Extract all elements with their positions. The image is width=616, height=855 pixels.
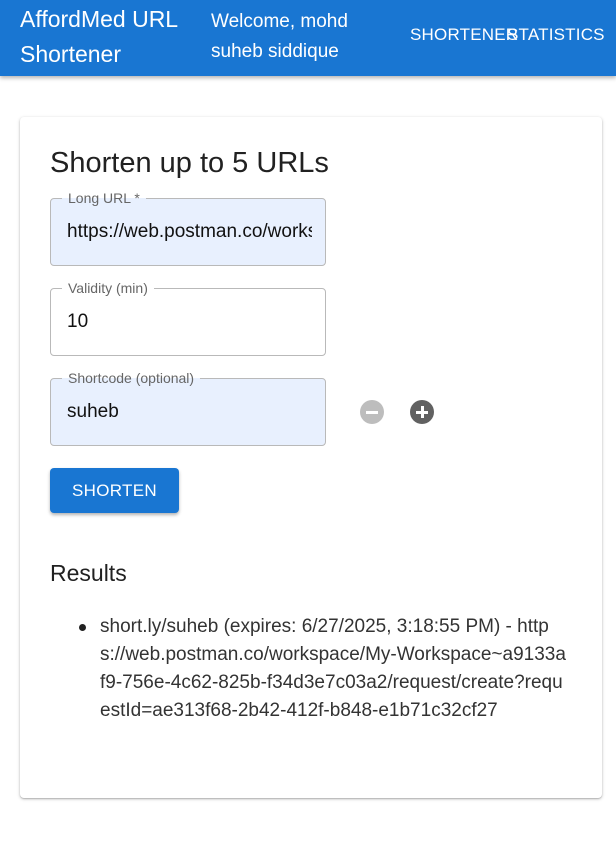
shortcode-field: Shortcode (optional) [50,369,326,446]
welcome-message: Welcome, mohd suheb siddique [211,11,348,62]
results-heading: Results [50,560,127,586]
validity-input[interactable] [67,307,312,337]
app-bar: AffordMed URL Shortener Welcome, mohd su… [0,0,616,76]
shorten-button[interactable]: SHORTEN [50,468,179,513]
shortcode-label: Shortcode (optional) [62,369,201,387]
bullet-icon [79,624,86,631]
add-circle-icon[interactable] [410,400,434,424]
shortener-card: Shorten up to 5 URLs Long URL * Validity… [20,117,602,798]
result-item: short.ly/suheb (expires: 6/27/2025, 3:18… [79,613,570,725]
form-title: Shorten up to 5 URLs [50,147,329,179]
results-list: short.ly/suheb (expires: 6/27/2025, 3:18… [79,613,570,725]
validity-label: Validity (min) [62,279,154,297]
nav-statistics-button[interactable]: STATISTICS [507,25,605,45]
result-text: short.ly/suheb (expires: 6/27/2025, 3:18… [100,616,566,721]
long-url-input[interactable] [67,217,312,247]
long-url-field: Long URL * [50,189,326,266]
nav-shortener-button[interactable]: SHORTENER [410,25,518,45]
validity-field: Validity (min) [50,279,326,356]
app-title: AffordMed URL Shortener [20,6,178,67]
remove-circle-icon[interactable] [360,400,384,424]
long-url-label: Long URL * [62,189,146,207]
shortcode-input[interactable] [67,397,312,427]
